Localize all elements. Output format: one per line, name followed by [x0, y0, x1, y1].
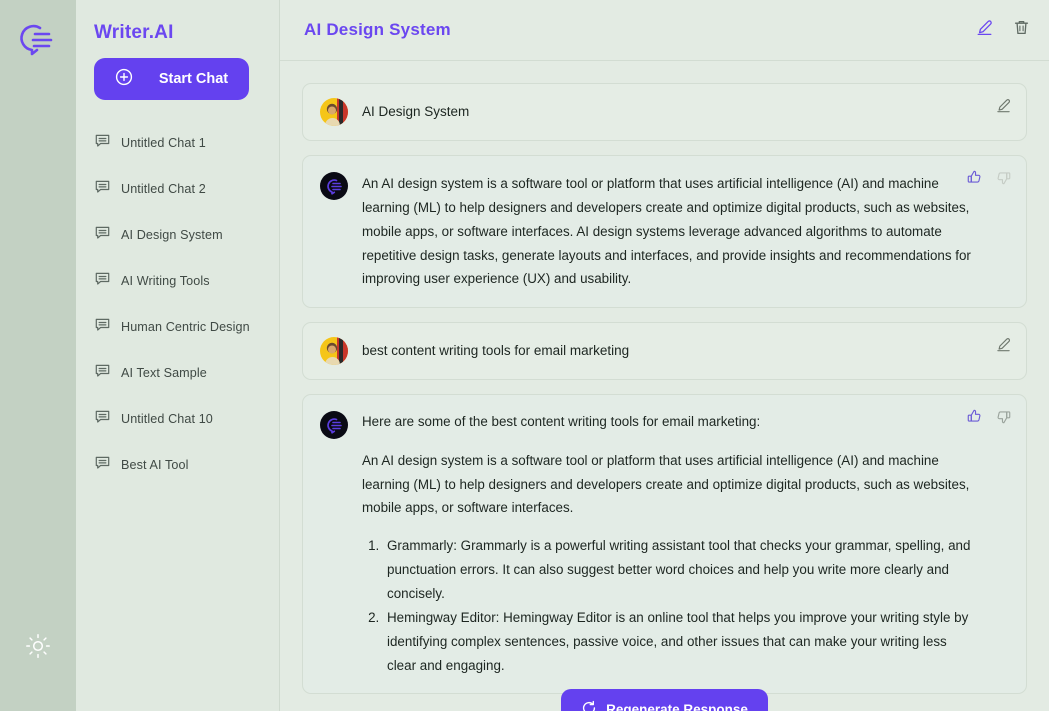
message-lines-icon: [94, 270, 111, 292]
list-item: Hemingway Editor: Hemingway Editor is an…: [383, 606, 974, 678]
edit-pencil-icon[interactable]: [995, 97, 1012, 119]
sidebar-item-untitled-chat-2[interactable]: Untitled Chat 2: [94, 172, 263, 206]
ai-avatar: [320, 172, 348, 200]
sidebar: Writer.AI Start Chat: [76, 0, 280, 711]
thumbs-up-icon[interactable]: [966, 169, 983, 191]
start-chat-label: Start Chat: [159, 71, 228, 87]
conversation-thread: AI Design System: [280, 61, 1049, 711]
message-actions: [966, 408, 1012, 430]
message-body: An AI design system is a software tool o…: [362, 172, 974, 291]
conversation-header: AI Design System: [280, 0, 1049, 61]
message-actions: [966, 169, 1012, 191]
sidebar-item-untitled-chat-10[interactable]: Untitled Chat 10: [94, 402, 263, 436]
trash-icon[interactable]: [1012, 18, 1031, 42]
message-list: Grammarly: Grammarly is a powerful writi…: [383, 534, 974, 677]
thumbs-up-icon[interactable]: [966, 408, 983, 430]
sidebar-item-label: AI Design System: [121, 228, 223, 242]
message-card-user: best content writing tools for email mar…: [302, 322, 1027, 380]
message-paragraph: An AI design system is a software tool o…: [362, 172, 974, 291]
app-rail: [0, 0, 76, 711]
message-lines-icon: [94, 408, 111, 430]
ai-avatar: [320, 411, 348, 439]
main-panel: AI Design System: [280, 0, 1049, 711]
edit-pencil-icon[interactable]: [995, 336, 1012, 358]
message-lines-icon: [94, 454, 111, 476]
list-item: Grammarly: Grammarly is a powerful writi…: [383, 534, 974, 606]
sidebar-item-human-centric-design[interactable]: Human Centric Design: [94, 310, 263, 344]
chat-list: Untitled Chat 1 Untitled Chat 2: [94, 126, 263, 494]
start-chat-button[interactable]: Start Chat: [94, 58, 249, 100]
page-title: AI Design System: [304, 20, 975, 40]
sidebar-item-label: AI Writing Tools: [121, 274, 210, 288]
message-lines-icon: [94, 316, 111, 338]
message-paragraph: An AI design system is a software tool o…: [362, 449, 974, 521]
sidebar-item-label: Untitled Chat 1: [121, 136, 206, 150]
thumbs-down-icon[interactable]: [995, 408, 1012, 430]
message-text: best content writing tools for email mar…: [362, 342, 974, 361]
message-body: AI Design System: [362, 103, 974, 122]
thumbs-down-icon[interactable]: [995, 169, 1012, 191]
sun-icon[interactable]: [21, 629, 55, 663]
writer-chat-logo-icon: [18, 20, 58, 60]
sidebar-item-label: Untitled Chat 2: [121, 182, 206, 196]
sidebar-item-label: Untitled Chat 10: [121, 412, 213, 426]
sidebar-item-best-ai-tool[interactable]: Best AI Tool: [94, 448, 263, 482]
sidebar-item-ai-design-system[interactable]: AI Design System: [94, 218, 263, 252]
regenerate-response-label: Regenerate Response: [606, 702, 748, 711]
user-avatar: [320, 337, 348, 365]
message-lines-icon: [94, 362, 111, 384]
message-lines-icon: [94, 224, 111, 246]
message-body: best content writing tools for email mar…: [362, 342, 974, 361]
message-lines-icon: [94, 178, 111, 200]
message-actions: [995, 97, 1012, 119]
sidebar-item-ai-writing-tools[interactable]: AI Writing Tools: [94, 264, 263, 298]
sidebar-item-label: Best AI Tool: [121, 458, 188, 472]
message-body: Here are some of the best content writin…: [362, 411, 974, 677]
refresh-icon: [581, 700, 597, 711]
sidebar-item-label: Human Centric Design: [121, 320, 250, 334]
sidebar-item-label: AI Text Sample: [121, 366, 207, 380]
app-brand-title: Writer.AI: [94, 22, 263, 44]
message-lines-icon: [94, 132, 111, 154]
message-card-ai: Here are some of the best content writin…: [302, 394, 1027, 694]
message-lead: Here are some of the best content writin…: [362, 411, 974, 432]
sidebar-item-untitled-chat-1[interactable]: Untitled Chat 1: [94, 126, 263, 160]
message-text: AI Design System: [362, 103, 974, 122]
message-card-user: AI Design System: [302, 83, 1027, 141]
message-actions: [995, 336, 1012, 358]
app-root: Writer.AI Start Chat: [0, 0, 1049, 711]
plus-circle-icon: [115, 68, 133, 90]
message-card-ai: An AI design system is a software tool o…: [302, 155, 1027, 308]
sidebar-item-ai-text-sample[interactable]: AI Text Sample: [94, 356, 263, 390]
regenerate-response-button[interactable]: Regenerate Response: [561, 689, 768, 711]
header-actions: [975, 18, 1031, 42]
edit-pencil-icon[interactable]: [975, 18, 994, 42]
user-avatar: [320, 98, 348, 126]
